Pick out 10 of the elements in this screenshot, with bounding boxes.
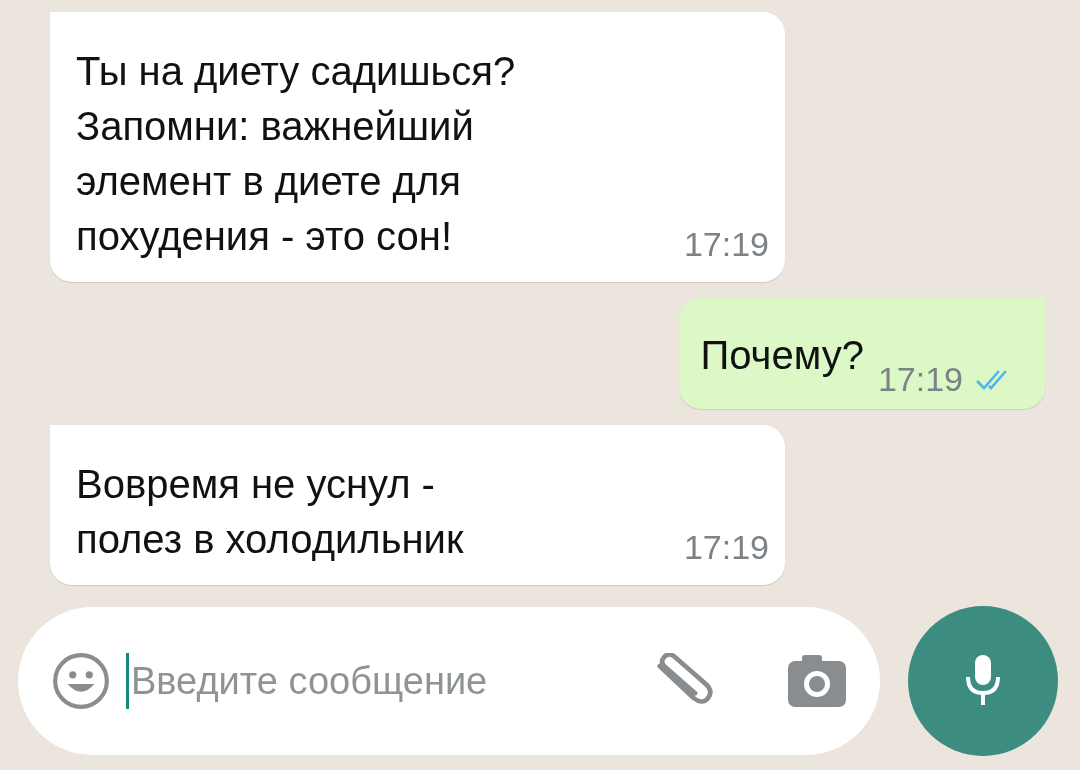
message-text: Почему? (700, 332, 865, 379)
message-input-bar[interactable]: Введите сообщение (18, 607, 880, 755)
message-text: Вовремя не уснул - полез в холодильник (76, 461, 465, 563)
camera-icon[interactable] (786, 653, 848, 709)
message-text: Ты на диету садишься? Запомни: важнейший элемент в диете для похудения - это сон! (76, 48, 517, 260)
message-time: 17:19 (683, 225, 769, 264)
emoji-icon[interactable] (50, 650, 112, 712)
message-time: 17:19 (877, 360, 963, 399)
message-input[interactable]: Введите сообщение (129, 659, 648, 703)
message-time: 17:19 (683, 528, 769, 567)
